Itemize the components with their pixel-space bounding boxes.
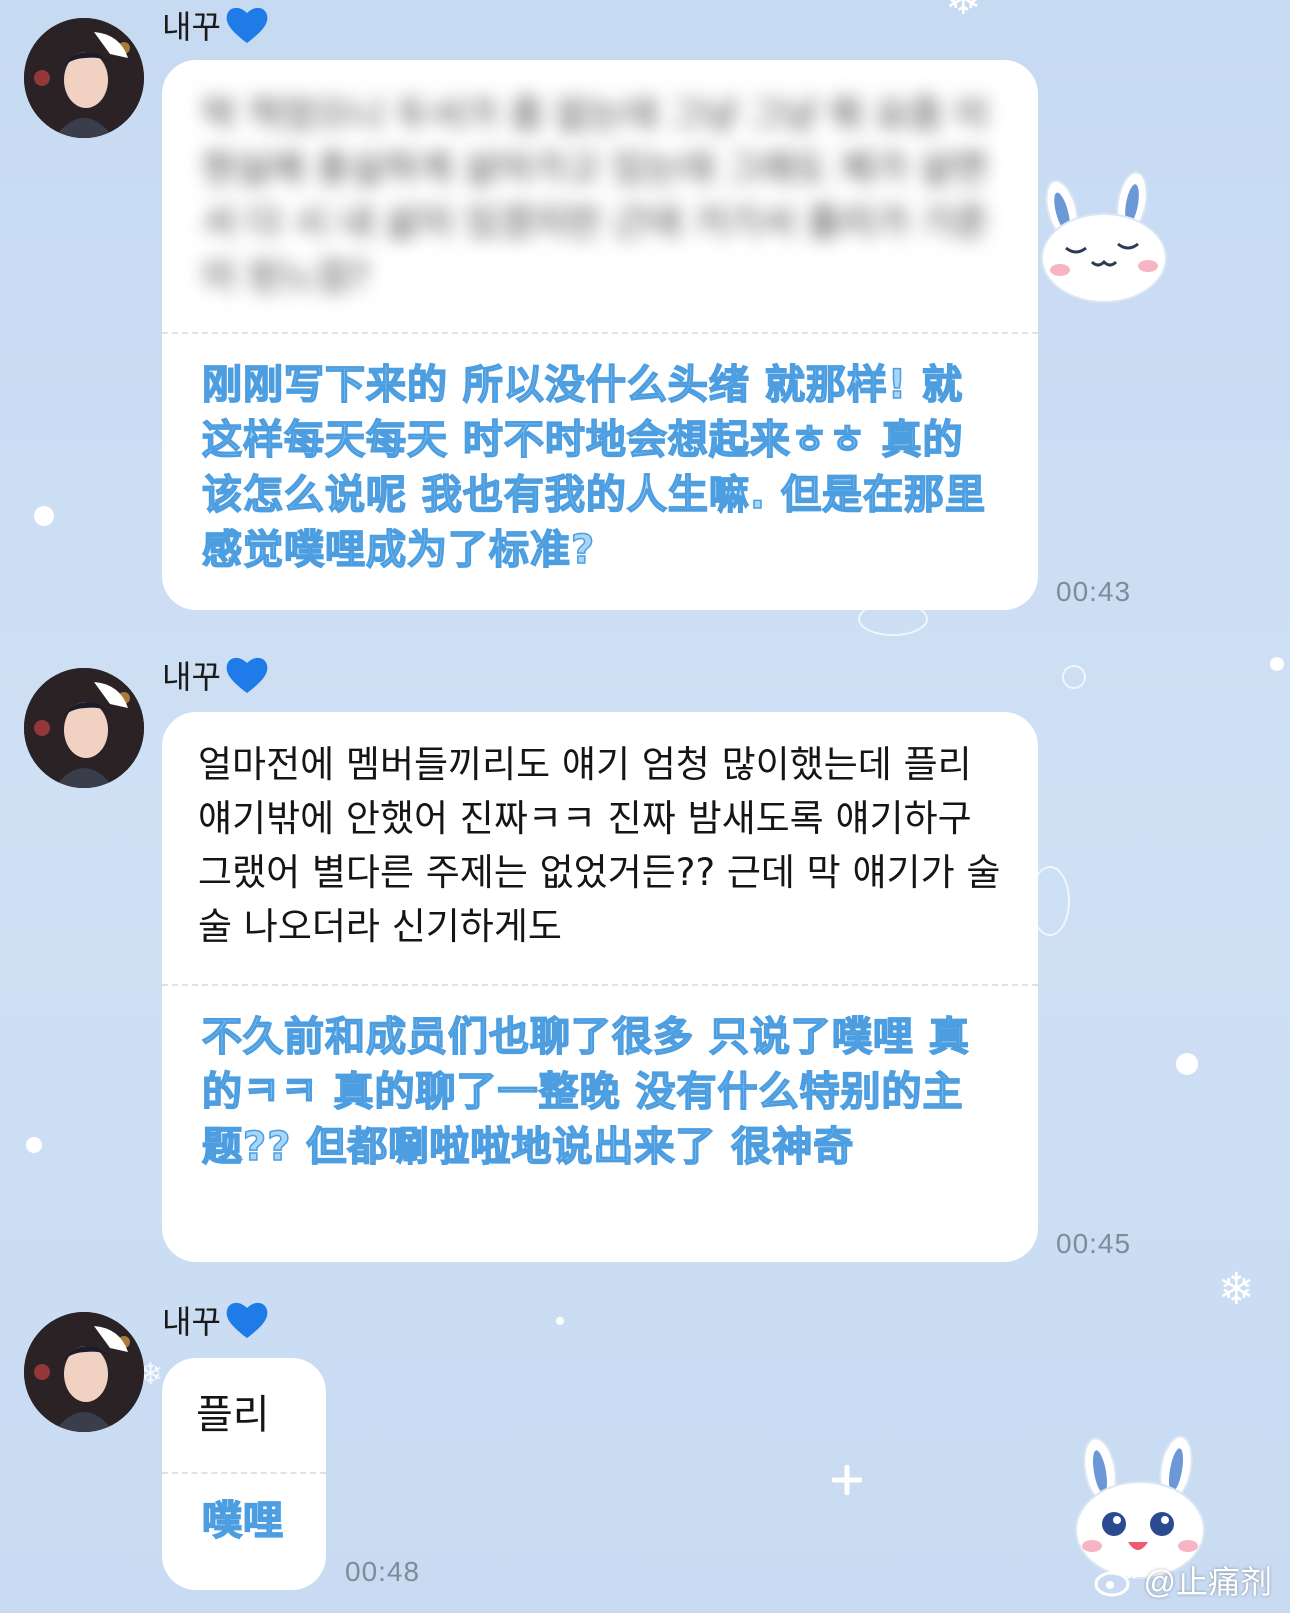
avatar[interactable] (24, 1312, 144, 1432)
avatar-portrait-icon (24, 1312, 144, 1432)
snow-dot (26, 1137, 42, 1153)
sender-name: 내꾸 (162, 1297, 269, 1343)
translation-text: 刚刚写下来的 所以没什么头绪 就那样! 就这样每天每天 时不时地会想起来ㅎㅎ 真… (201, 361, 987, 574)
snow-dot (1176, 1053, 1198, 1075)
blue-heart-icon (226, 7, 268, 44)
watermark: @止痛剂 (1094, 1557, 1273, 1603)
message-bubble[interactable]: 얼마전에 멤버들끼리도 얘기 엄청 많이했는데 플리 얘기밖에 안했어 진짜ㅋㅋ… (162, 712, 1038, 1262)
snow-dot (1270, 657, 1284, 671)
avatar-portrait-icon (24, 668, 144, 788)
sender-name: 내꾸 (162, 652, 269, 698)
original-text: 얼마전에 멤버들끼리도 얘기 엄청 많이했는데 플리 얘기밖에 안했어 진짜ㅋㅋ… (198, 743, 1001, 948)
blue-heart-icon (226, 1302, 268, 1338)
blue-heart-icon (226, 657, 268, 693)
avatar[interactable] (24, 668, 144, 788)
sender-label: 내꾸 (162, 1304, 221, 1340)
avatar-portrait-icon (24, 18, 144, 138)
timestamp: 00:48 (345, 1556, 421, 1587)
message-bubble[interactable]: 막 적었으니 두서가 좀 없는데 그냥 그냥 뭐 요즘 이 현실에 충실하게 살… (162, 60, 1038, 610)
timestamp: 00:43 (1056, 576, 1132, 607)
watermark-text: @止痛剂 (1143, 1564, 1273, 1600)
sender-label: 내꾸 (162, 659, 221, 695)
original-text: 플리 (196, 1392, 270, 1438)
bubble-ring (1062, 665, 1086, 689)
sleeping-bunny-sticker-icon (1041, 171, 1167, 303)
snowflake-icon: ❄ (1218, 1264, 1255, 1315)
snowflake-icon: ❄ (945, 0, 982, 22)
sender-label: 내꾸 (162, 9, 221, 45)
sender-name: 내꾸 (162, 2, 269, 48)
translation-text: 不久前和成员们也聊了很多 只说了噗哩 真的ㅋㅋ 真的聊了一整晚 没有什么特别的主… (201, 1013, 970, 1171)
avatar[interactable] (24, 18, 144, 138)
translation-text: 噗哩 (201, 1497, 284, 1545)
snow-dot (34, 506, 54, 526)
weibo-icon (1094, 1564, 1135, 1597)
snow-dot (556, 1317, 564, 1325)
timestamp: 00:45 (1056, 1228, 1132, 1259)
sparkle-icon (832, 1465, 862, 1495)
original-text: 막 적었으니 두서가 좀 없는데 그냥 그냥 뭐 요즘 이 현실에 충실하게 살… (202, 93, 989, 298)
message-bubble[interactable]: 플리 噗哩 (162, 1358, 326, 1590)
